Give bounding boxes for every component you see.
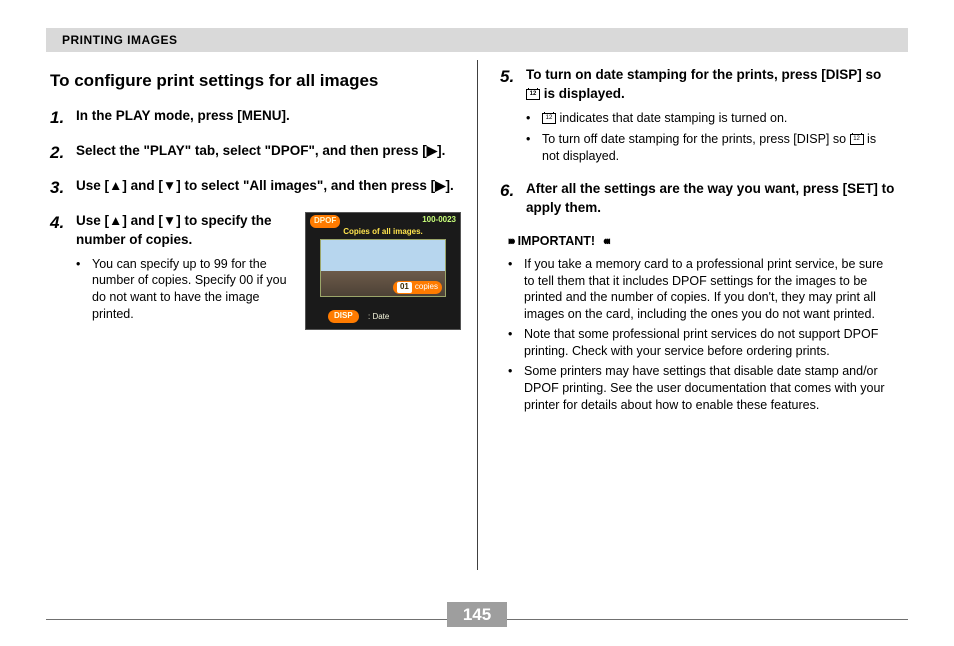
page-title: To configure print settings for all imag… [50, 70, 461, 93]
date-stamp-icon [526, 89, 540, 100]
lcd-copies-label: copies [415, 282, 438, 293]
section-header-text: PRINTING IMAGES [62, 33, 178, 47]
page-footer: 145 [46, 592, 908, 620]
important-item: Note that some professional print servic… [508, 326, 896, 360]
right-column: 5. To turn on date stamping for the prin… [477, 60, 908, 570]
important-item: Some printers may have settings that dis… [508, 363, 896, 414]
step-sublist: You can specify up to 99 for the number … [76, 256, 295, 324]
steps-list-right: 5. To turn on date stamping for the prin… [500, 66, 896, 218]
step-text: Use [▲] and [▼] to specify the number of… [76, 212, 295, 250]
step-text: Select the "PLAY" tab, select "DPOF", an… [76, 142, 461, 161]
step-number: 2. [50, 142, 68, 165]
step-subitem: To turn off date stamping for the prints… [526, 131, 896, 165]
lcd-date-label: : Date [368, 312, 389, 323]
step-text: In the PLAY mode, press [MENU]. [76, 107, 461, 126]
content-columns: To configure print settings for all imag… [46, 60, 908, 570]
important-label: IMPORTANT! [518, 233, 596, 250]
step-number: 5. [500, 66, 518, 168]
step-2: 2. Select the "PLAY" tab, select "DPOF",… [50, 142, 461, 165]
date-stamp-icon [850, 134, 864, 145]
step-3: 3. Use [▲] and [▼] to select "All images… [50, 177, 461, 200]
steps-list-left: 1. In the PLAY mode, press [MENU]. 2. Se… [50, 107, 461, 330]
step-5: 5. To turn on date stamping for the prin… [500, 66, 896, 168]
step-number: 4. [50, 212, 68, 330]
left-column: To configure print settings for all imag… [46, 60, 477, 570]
lcd-copies-pill: 01 copies [393, 281, 442, 294]
lcd-copies-value: 01 [397, 282, 412, 293]
footer-rule-left [46, 619, 447, 620]
lcd-disp-badge: DISP [328, 310, 359, 323]
step-1: 1. In the PLAY mode, press [MENU]. [50, 107, 461, 130]
step-number: 3. [50, 177, 68, 200]
step-text: To turn on date stamping for the prints,… [526, 66, 896, 104]
manual-page: PRINTING IMAGES To configure print setti… [0, 0, 954, 646]
footer-rule-right [507, 619, 908, 620]
page-number-box: 145 [447, 602, 507, 627]
lcd-dpof-badge: DPOF [310, 215, 340, 228]
wedge-left-icon [601, 232, 607, 250]
date-stamp-icon [542, 113, 556, 124]
step-subitem: indicates that date stamping is turned o… [526, 110, 896, 127]
section-header-bar: PRINTING IMAGES [46, 28, 908, 52]
step-text: Use [▲] and [▼] to select "All images", … [76, 177, 461, 196]
step-subitem: You can specify up to 99 for the number … [76, 256, 295, 324]
step-number: 1. [50, 107, 68, 130]
step-text: After all the settings are the way you w… [526, 180, 896, 218]
step-sublist: indicates that date stamping is turned o… [526, 110, 896, 165]
lcd-file-code: 100-0023 [422, 215, 456, 226]
step-4: 4. Use [▲] and [▼] to specify the number… [50, 212, 461, 330]
important-item: If you take a memory card to a professio… [508, 256, 896, 324]
important-heading: IMPORTANT! [506, 232, 896, 250]
lcd-subtitle: Copies of all images. [306, 227, 460, 238]
wedge-right-icon [506, 232, 512, 250]
camera-lcd-preview: DPOF 100-0023 Copies of all images. 01 c… [305, 212, 461, 330]
step-number: 6. [500, 180, 518, 218]
important-list: If you take a memory card to a professio… [500, 256, 896, 414]
step-6: 6. After all the settings are the way yo… [500, 180, 896, 218]
